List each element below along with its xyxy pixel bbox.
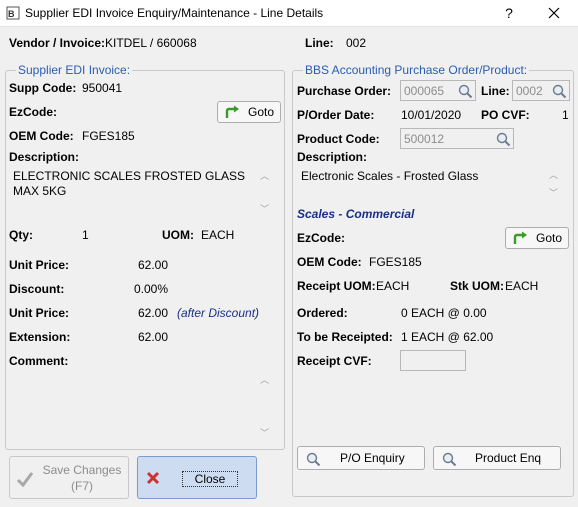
scroll-down-icon[interactable]: ﹀ [260,205,269,214]
magnifier-icon[interactable] [551,83,567,99]
edi-oem-code-value: FGES185 [82,129,135,143]
po-line-label: Line: [481,84,510,98]
magnifier-icon [442,452,457,467]
after-discount-note: (after Discount) [177,306,260,320]
close-icon [548,7,560,19]
po-line-value: 0002 [516,84,543,98]
po-goto-button[interactable]: Goto [505,227,569,249]
qty-label: Qty: [9,228,33,242]
help-button[interactable]: ? [496,2,522,24]
close-icon [146,471,160,485]
product-code-field[interactable]: 500012 [400,128,514,149]
purchase-order-value: 000065 [404,84,445,98]
product-code-label: Product Code: [297,132,380,146]
receipt-uom-label: Receipt UOM: [297,279,376,293]
po-date-value: 10/01/2020 [401,108,462,122]
po-cvf-value: 1 [562,108,569,122]
vendor-invoice-label: Vendor / Invoice: [9,36,106,50]
discount-value: 0.00% [134,282,169,296]
po-oem-code-value: FGES185 [369,255,422,269]
extension-value: 62.00 [138,330,169,344]
po-line-field[interactable]: 0002 [512,80,570,101]
product-category-title: Scales - Commercial [297,207,415,221]
supp-code-value: 950041 [82,81,123,95]
discount-label: Discount: [9,282,65,296]
po-enquiry-label: P/O Enquiry [340,451,405,465]
to-be-receipted-label: To be Receipted: [297,330,393,344]
scroll-down-icon[interactable]: ﹀ [549,189,558,198]
supplier-edi-invoice-legend: Supplier EDI Invoice: [16,63,133,77]
po-description-text: Electronic Scales - Frosted Glass [301,169,479,183]
scroll-up-icon[interactable]: ︿ [260,376,269,385]
ordered-value: 0 EACH @ 0.00 [401,306,487,320]
po-description-field[interactable]: Electronic Scales - Frosted Glass ︿ ﹀ [297,166,561,202]
comment-label: Comment: [9,354,69,368]
vendor-invoice-value: KITDEL / 660068 [105,36,197,50]
product-enq-label: Product Enq [475,451,542,465]
save-changes-label: Save Changes [42,463,122,477]
save-changes-shortcut: (F7) [71,479,93,493]
magnifier-icon[interactable] [495,131,511,147]
header-line-value: 002 [346,36,367,50]
edi-goto-button[interactable]: Goto [217,101,281,123]
to-be-receipted-value: 1 EACH @ 62.00 [401,330,494,344]
po-cvf-label: PO CVF: [481,108,530,122]
save-changes-button[interactable]: Save Changes (F7) [9,456,129,499]
svg-text:B: B [8,9,15,19]
supp-code-label: Supp Code: [9,81,77,95]
stk-uom-label: Stk UOM: [450,279,504,293]
product-code-value: 500012 [404,132,445,146]
po-ezcode-label: EzCode: [297,231,345,245]
window-title: Supplier EDI Invoice Enquiry/Maintenance… [25,6,324,20]
edi-goto-label: Goto [248,105,275,119]
scroll-up-icon[interactable]: ︿ [549,171,558,180]
unit-price-label: Unit Price: [9,258,70,272]
edi-ezcode-label: EzCode: [9,105,57,119]
po-goto-label: Goto [536,231,563,245]
po-date-label: P/Order Date: [297,108,375,122]
window-close-button[interactable] [540,2,568,24]
scroll-up-icon[interactable]: ︿ [260,172,269,181]
po-description-scrollbar[interactable]: ︿ ﹀ [546,167,560,201]
checkmark-icon [16,472,34,487]
uom-label: UOM: [162,228,194,242]
qty-value: 1 [82,228,89,242]
goto-arrow-icon [225,105,239,118]
po-oem-code-label: OEM Code: [297,255,362,269]
unit-price-after-discount-label: Unit Price: [9,306,70,320]
stk-uom-value: EACH [505,279,539,293]
unit-price-after-discount-value: 62.00 [138,306,169,320]
scroll-down-icon[interactable]: ﹀ [260,429,269,438]
edi-description-text: ELECTRONIC SCALES FROSTED GLASS MAX 5KG [13,169,246,198]
app-icon: B [6,6,20,20]
edi-oem-code-label: OEM Code: [9,129,74,143]
edi-description-field[interactable]: ELECTRONIC SCALES FROSTED GLASS MAX 5KG … [9,166,272,220]
uom-value: EACH [201,228,235,242]
purchase-order-label: Purchase Order: [297,84,392,98]
receipt-uom-value: EACH [376,279,410,293]
edi-description-label: Description: [9,150,80,164]
unit-price-value: 62.00 [138,258,169,272]
po-enquiry-button[interactable]: P/O Enquiry [297,446,425,470]
goto-arrow-icon [513,231,527,244]
comment-scrollbar[interactable]: ︿ ﹀ [257,371,271,443]
magnifier-icon[interactable] [457,83,473,99]
header-line-label: Line: [305,36,334,50]
receipt-cvf-label: Receipt CVF: [297,354,372,368]
bbs-po-product-legend: BBS Accounting Purchase Order/Product: [303,63,530,77]
close-label: Close [182,471,238,487]
receipt-cvf-input[interactable] [400,350,466,371]
po-description-label: Description: [297,150,368,164]
edi-description-scrollbar[interactable]: ︿ ﹀ [257,167,271,219]
purchase-order-field[interactable]: 000065 [400,80,476,101]
comment-field[interactable]: ︿ ﹀ [9,370,272,444]
ordered-label: Ordered: [297,306,348,320]
close-button[interactable]: Close [137,456,257,499]
product-enq-button[interactable]: Product Enq [433,446,561,470]
extension-label: Extension: [9,330,71,344]
magnifier-icon [306,452,321,467]
